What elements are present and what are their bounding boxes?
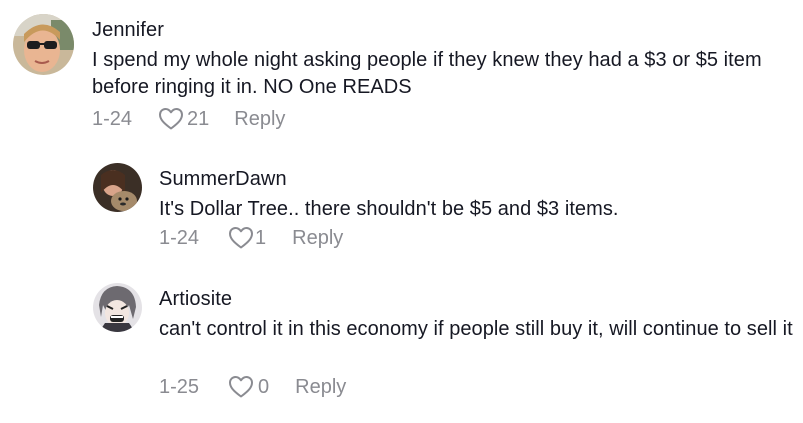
comment-text: It's Dollar Tree.. there shouldn't be $5… [159,198,619,220]
reply-button[interactable]: Reply [292,227,343,250]
like-count: 1 [255,226,267,249]
avatar[interactable] [93,283,142,332]
heart-outline-icon [229,376,254,398]
comment-username[interactable]: SummerDawn [159,168,287,191]
comment-meta: 1-24 1 Reply [159,225,343,251]
comment-username[interactable]: Artiosite [159,288,232,311]
like-count: 21 [187,107,210,130]
comment-meta: 1-25 0 Reply [159,374,346,400]
comment-date: 1-24 [159,226,200,249]
heart-outline-icon [159,108,184,130]
heart-outline-icon [229,227,254,249]
like-button[interactable]: 1 [228,226,266,250]
reply-button[interactable]: Reply [234,108,285,131]
like-button[interactable]: 0 [228,375,269,399]
comment-date: 1-24 [92,107,133,130]
reply-button[interactable]: Reply [295,376,346,399]
comment-date: 1-25 [159,375,200,398]
like-count: 0 [258,375,270,398]
comment-username[interactable]: Jennifer [92,19,164,42]
avatar[interactable] [13,14,74,75]
avatar[interactable] [93,163,142,212]
comment-text: I spend my whole night asking people if … [92,49,762,98]
comment-text: can't control it in this economy if peop… [159,318,793,340]
avatar-photo [93,163,142,212]
like-button[interactable]: 21 [158,107,209,131]
avatar-photo [93,283,142,332]
avatar-photo [13,14,74,75]
comment-meta: 1-24 21 Reply [92,106,285,132]
